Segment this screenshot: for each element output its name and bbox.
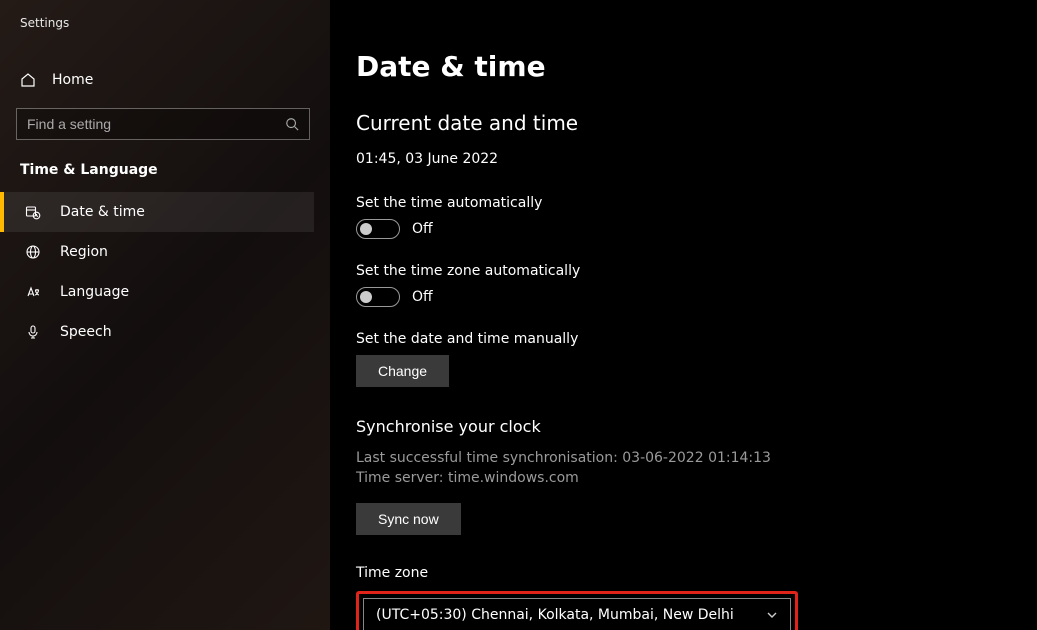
- manual-datetime-label: Set the date and time manually: [356, 331, 1037, 347]
- sidebar-item-date-time[interactable]: Date & time: [0, 192, 314, 232]
- time-zone-value: (UTC+05:30) Chennai, Kolkata, Mumbai, Ne…: [376, 607, 734, 623]
- sync-clock-heading: Synchronise your clock: [356, 417, 1037, 436]
- sidebar-item-label: Speech: [60, 324, 112, 340]
- time-zone-label: Time zone: [356, 565, 1037, 581]
- auto-tz-toggle[interactable]: [356, 287, 400, 307]
- sidebar: Settings Home Time & Language Date & tim…: [0, 0, 330, 630]
- home-label: Home: [52, 72, 93, 88]
- sidebar-item-language[interactable]: Language: [0, 272, 314, 312]
- sidebar-item-label: Date & time: [60, 204, 145, 220]
- window-title: Settings: [0, 10, 314, 30]
- main-content: Date & time Current date and time 01:45,…: [330, 0, 1037, 630]
- search-icon: [285, 117, 299, 131]
- sidebar-item-label: Region: [60, 244, 108, 260]
- category-title: Time & Language: [0, 140, 314, 192]
- sidebar-item-region[interactable]: Region: [0, 232, 314, 272]
- microphone-icon: [24, 324, 42, 340]
- sync-now-button[interactable]: Sync now: [356, 503, 461, 535]
- sync-last-text: Last successful time synchronisation: 03…: [356, 448, 1037, 468]
- change-button[interactable]: Change: [356, 355, 449, 387]
- auto-time-label: Set the time automatically: [356, 195, 1037, 211]
- current-datetime-heading: Current date and time: [356, 111, 1037, 135]
- home-nav[interactable]: Home: [0, 62, 314, 98]
- auto-time-toggle[interactable]: [356, 219, 400, 239]
- sync-server-text: Time server: time.windows.com: [356, 468, 1037, 488]
- globe-icon: [24, 244, 42, 260]
- sidebar-item-speech[interactable]: Speech: [0, 312, 314, 352]
- page-title: Date & time: [356, 50, 1037, 83]
- time-zone-highlight: (UTC+05:30) Chennai, Kolkata, Mumbai, Ne…: [356, 591, 798, 630]
- auto-time-state: Off: [412, 221, 433, 237]
- search-box[interactable]: [16, 108, 310, 140]
- search-input[interactable]: [27, 116, 285, 132]
- time-zone-dropdown[interactable]: (UTC+05:30) Chennai, Kolkata, Mumbai, Ne…: [363, 598, 791, 630]
- auto-tz-label: Set the time zone automatically: [356, 263, 1037, 279]
- chevron-down-icon: [766, 609, 778, 621]
- sidebar-item-label: Language: [60, 284, 129, 300]
- calendar-clock-icon: [24, 204, 42, 220]
- current-datetime-value: 01:45, 03 June 2022: [356, 151, 1037, 167]
- auto-tz-state: Off: [412, 289, 433, 305]
- home-icon: [20, 72, 36, 88]
- language-icon: [24, 284, 42, 300]
